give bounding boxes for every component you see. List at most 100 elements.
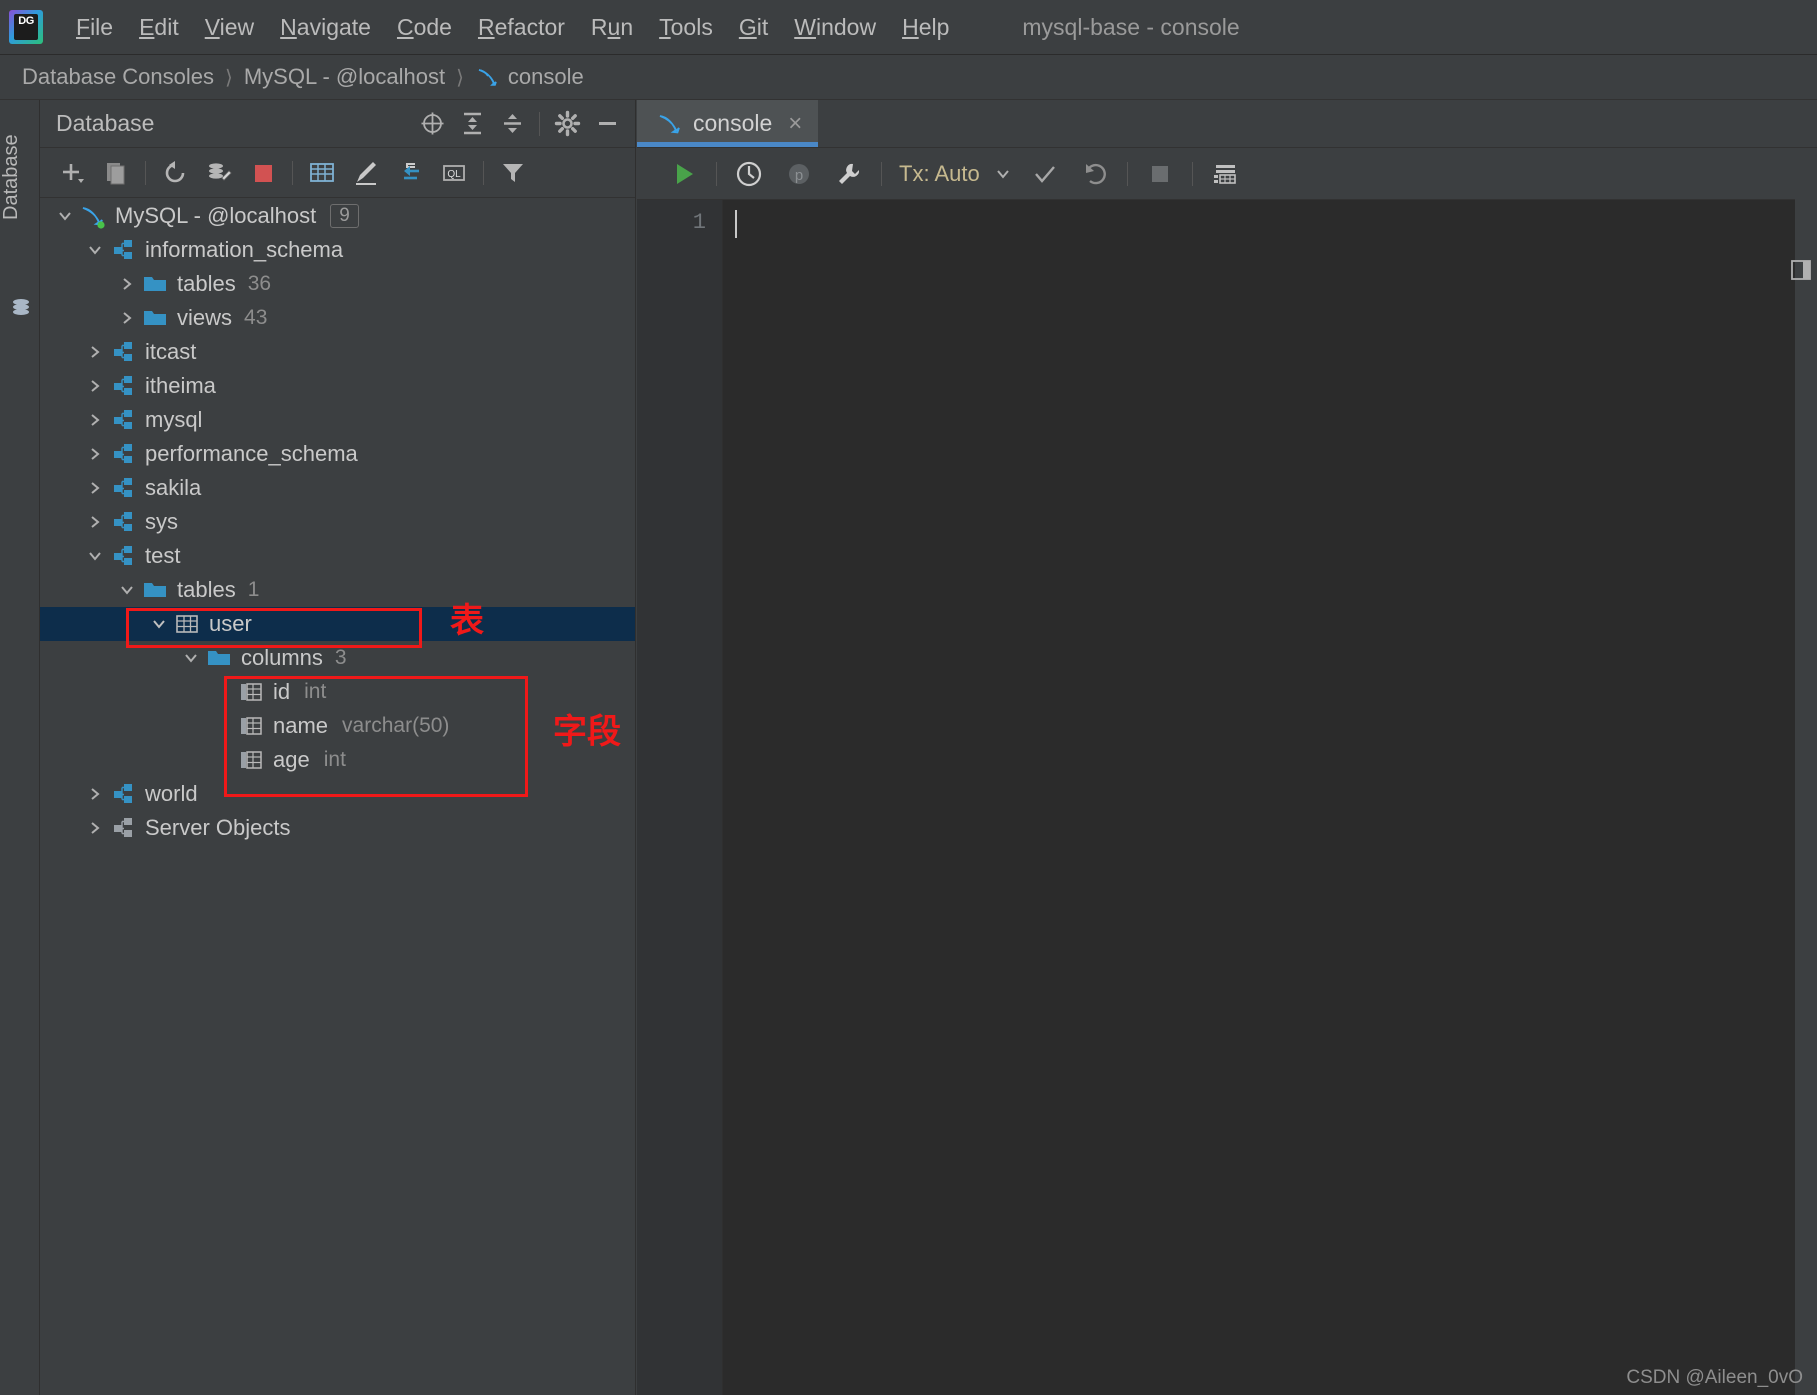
tree-node-views-information-schema[interactable]: views 43 (40, 301, 635, 335)
run-play-icon[interactable] (659, 153, 709, 195)
chevron-down-icon[interactable] (50, 207, 80, 225)
tab-console[interactable]: console × (637, 100, 818, 147)
chevron-right-icon[interactable] (112, 275, 142, 293)
chevron-right-icon[interactable] (80, 377, 110, 395)
menu-item-help[interactable]: Help (889, 10, 962, 45)
chevron-down-icon[interactable] (80, 547, 110, 565)
menu-item-tools[interactable]: Tools (646, 10, 726, 45)
datagrip-logo-icon: DG (9, 10, 43, 44)
tree-node-server-objects[interactable]: Server Objects (40, 811, 635, 845)
toolbar-divider (145, 161, 146, 185)
breadcrumb-item-connection[interactable]: MySQL - @localhost (244, 64, 445, 90)
tree-node-mysql-localhost[interactable]: MySQL - @localhost 9 (40, 199, 635, 233)
tree-node-tables-information-schema[interactable]: tables 36 (40, 267, 635, 301)
menu-item-navigate[interactable]: Navigate (267, 10, 384, 45)
toolbar-divider (292, 161, 293, 185)
breadcrumb: Database Consoles ⟩ MySQL - @localhost ⟩… (0, 55, 1817, 100)
output-table-icon[interactable] (1200, 153, 1250, 195)
tree-node-count: 43 (244, 306, 267, 330)
chevron-right-icon[interactable] (80, 513, 110, 531)
close-icon[interactable]: × (788, 112, 802, 136)
query-console-icon[interactable]: QL (432, 153, 476, 193)
tree-node-itcast[interactable]: itcast (40, 335, 635, 369)
tree-node-world[interactable]: world (40, 777, 635, 811)
tree-node-column-name[interactable]: name varchar(50) (40, 709, 635, 743)
gear-icon[interactable] (547, 106, 587, 142)
column-icon (238, 680, 264, 704)
rollback-icon[interactable] (1070, 153, 1120, 195)
tree-node-performance-schema[interactable]: performance_schema (40, 437, 635, 471)
folder-icon (142, 271, 168, 297)
column-type: int (304, 680, 326, 704)
breadcrumb-item-console[interactable]: console (508, 64, 584, 90)
locate-icon[interactable] (412, 106, 452, 142)
watermark-text: CSDN @Aileen_0vO (1626, 1367, 1803, 1389)
toolbar-divider (881, 162, 882, 186)
chevron-down-icon[interactable] (112, 581, 142, 599)
menu-item-git[interactable]: Git (726, 10, 781, 45)
table-icon (174, 612, 200, 636)
tree-node-columns[interactable]: columns 3 (40, 641, 635, 675)
menu-item-code[interactable]: Code (384, 10, 465, 45)
menu-item-refactor[interactable]: Refactor (465, 10, 578, 45)
menu-item-file[interactable]: File (63, 10, 126, 45)
stop-square-icon[interactable] (1135, 153, 1185, 195)
tree-node-tables-test[interactable]: tables 1 (40, 573, 635, 607)
history-clock-icon[interactable] (724, 153, 774, 195)
breadcrumb-item-database-consoles[interactable]: Database Consoles (22, 64, 214, 90)
database-panel-toolbar: QL (40, 148, 635, 198)
chevron-down-icon[interactable] (144, 615, 174, 633)
database-tools-icon[interactable] (197, 153, 241, 193)
editor-right-gutter (1795, 152, 1817, 1395)
tree-node-mysql-schema[interactable]: mysql (40, 403, 635, 437)
chevron-right-icon[interactable] (80, 411, 110, 429)
mysql-dolphin-icon (657, 111, 683, 137)
hide-panel-icon[interactable] (587, 106, 627, 142)
chevron-right-icon[interactable] (112, 309, 142, 327)
editor-tab-strip: console × (637, 100, 1817, 148)
chevron-down-icon[interactable] (986, 153, 1020, 195)
wrench-icon[interactable] (824, 153, 874, 195)
commit-check-icon[interactable] (1020, 153, 1070, 195)
collapse-all-icon[interactable] (492, 106, 532, 142)
tree-node-sakila[interactable]: sakila (40, 471, 635, 505)
code-editor[interactable]: 1 (637, 200, 1817, 1395)
tree-node-test[interactable]: test (40, 539, 635, 573)
tree-node-sys[interactable]: sys (40, 505, 635, 539)
menu-item-window[interactable]: Window (781, 10, 889, 45)
menu-item-view[interactable]: View (192, 10, 267, 45)
chevron-down-icon[interactable] (176, 649, 206, 667)
menu-item-edit[interactable]: Edit (126, 10, 192, 45)
tree-node-label: columns (241, 645, 323, 671)
tree-node-information-schema[interactable]: information_schema (40, 233, 635, 267)
parameters-icon[interactable]: p (774, 153, 824, 195)
tree-node-count: 36 (248, 272, 271, 296)
refresh-icon[interactable] (153, 153, 197, 193)
chevron-right-icon[interactable] (80, 819, 110, 837)
tree-node-column-age[interactable]: age int (40, 743, 635, 777)
tree-node-label: itheima (145, 373, 216, 399)
stop-icon[interactable] (241, 153, 285, 193)
chevron-right-icon[interactable] (80, 343, 110, 361)
jump-to-source-icon[interactable] (388, 153, 432, 193)
tree-node-itheima[interactable]: itheima (40, 369, 635, 403)
tree-node-user-table[interactable]: user (40, 607, 635, 641)
duplicate-icon[interactable] (94, 153, 138, 193)
tree-node-column-id[interactable]: id int (40, 675, 635, 709)
open-side-panel-icon[interactable] (1789, 258, 1813, 282)
add-icon[interactable] (50, 153, 94, 193)
filter-icon[interactable] (491, 153, 535, 193)
database-panel-header: Database (40, 100, 635, 148)
table-editor-icon[interactable] (300, 153, 344, 193)
sql-text-area[interactable] (723, 200, 1817, 1395)
tx-mode-label[interactable]: Tx: Auto (899, 161, 980, 187)
database-tree[interactable]: MySQL - @localhost 9 information_schema (40, 199, 635, 1395)
chevron-right-icon[interactable] (80, 785, 110, 803)
chevron-right-icon[interactable] (80, 479, 110, 497)
expand-all-icon[interactable] (452, 106, 492, 142)
chevron-right-icon[interactable] (80, 445, 110, 463)
modify-pencil-icon[interactable] (344, 153, 388, 193)
menu-item-run[interactable]: Run (578, 10, 646, 45)
chevron-down-icon[interactable] (80, 241, 110, 259)
tool-window-button-database[interactable]: Database (0, 112, 40, 242)
